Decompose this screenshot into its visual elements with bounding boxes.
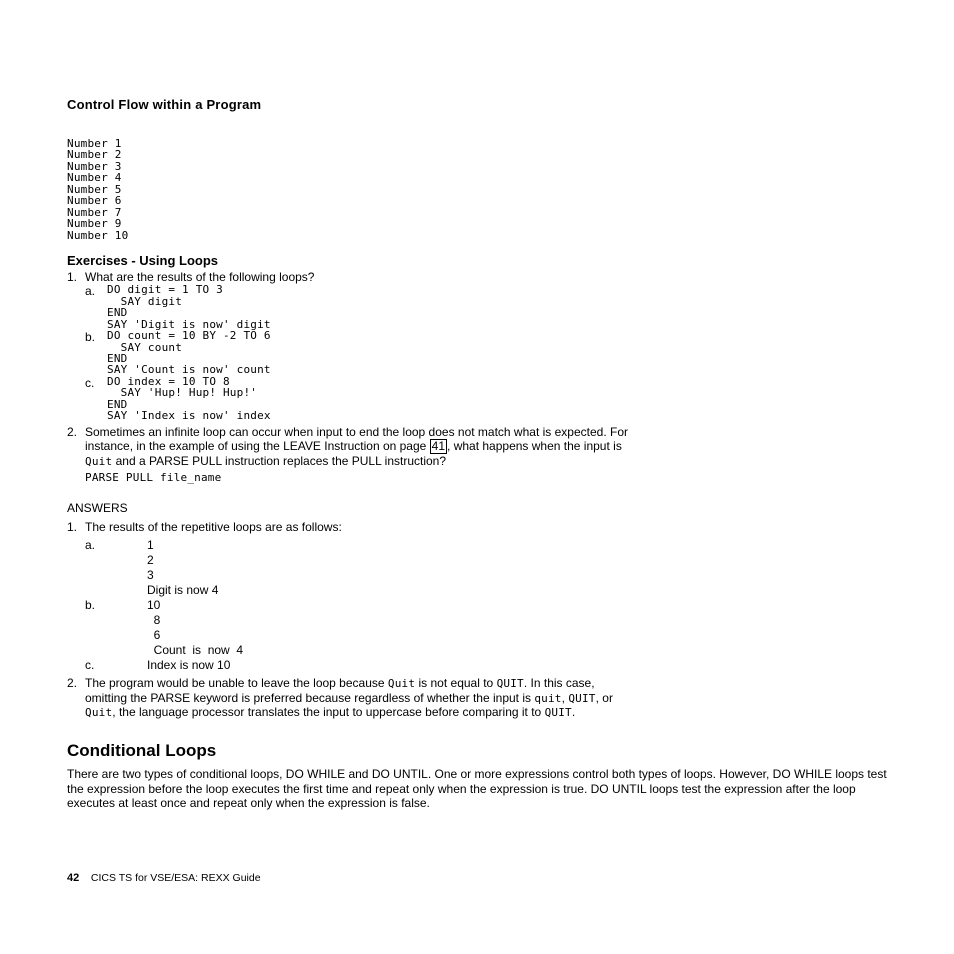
inline-code: QUIT — [545, 706, 572, 719]
exercises-heading: Exercises - Using Loops — [67, 253, 887, 268]
question-1c: c. DO index = 10 TO 8 SAY 'Hup! Hup! Hup… — [85, 376, 887, 422]
answer-row: a.1 — [85, 538, 887, 553]
code-block: DO digit = 1 TO 3 SAY digit END SAY 'Dig… — [107, 284, 887, 330]
code-block: DO count = 10 BY -2 TO 6 SAY count END S… — [107, 330, 887, 376]
inline-code: quit — [534, 692, 561, 705]
number-output-block: Number 1 Number 2 Number 3 Number 4 Numb… — [67, 138, 887, 241]
answer-1: 1. The results of the repetitive loops a… — [67, 520, 887, 673]
list-marker: b. — [85, 330, 107, 376]
answer-row: Count is now 4 — [85, 643, 887, 658]
question-2: 2. Sometimes an infinite loop can occur … — [67, 425, 887, 484]
answer-row: 6 — [85, 628, 887, 643]
code-block: DO index = 10 TO 8 SAY 'Hup! Hup! Hup!' … — [107, 376, 887, 422]
code-block: PARSE PULL file_name — [85, 472, 887, 483]
inline-code: Quit — [85, 455, 112, 468]
answer-row: 2 — [85, 553, 887, 568]
answer-text: The results of the repetitive loops are … — [85, 520, 887, 534]
inline-code: Quit — [85, 706, 112, 719]
answer-text: The program would be unable to leave the… — [85, 676, 887, 719]
answer-row: c.Index is now 10 — [85, 658, 887, 673]
answer-row: 8 — [85, 613, 887, 628]
list-marker: c. — [85, 376, 107, 422]
list-marker: 2. — [67, 676, 85, 719]
page-link[interactable]: 41 — [430, 439, 447, 454]
question-1a: a. DO digit = 1 TO 3 SAY digit END SAY '… — [85, 284, 887, 330]
answer-row: b.10 — [85, 598, 887, 613]
conditional-loops-heading: Conditional Loops — [67, 741, 887, 761]
page-footer: 42 CICS TS for VSE/ESA: REXX Guide — [67, 872, 261, 884]
page-header-title: Control Flow within a Program — [67, 97, 887, 112]
answer-2: 2. The program would be unable to leave … — [67, 676, 887, 719]
question-1b: b. DO count = 10 BY -2 TO 6 SAY count EN… — [85, 330, 887, 376]
question-text: Sometimes an infinite loop can occur whe… — [85, 425, 887, 468]
question-text: What are the results of the following lo… — [85, 270, 887, 284]
answer-row: 3 — [85, 568, 887, 583]
question-1: 1. What are the results of the following… — [67, 270, 887, 422]
list-marker: 1. — [67, 270, 85, 422]
footer-text: CICS TS for VSE/ESA: REXX Guide — [91, 872, 261, 884]
inline-code: QUIT — [568, 692, 595, 705]
list-marker: 1. — [67, 520, 85, 673]
inline-code: QUIT — [497, 677, 524, 690]
inline-code: Quit — [388, 677, 415, 690]
list-marker: a. — [85, 284, 107, 330]
list-marker: 2. — [67, 425, 85, 484]
page-number: 42 — [67, 872, 79, 884]
answers-heading: ANSWERS — [67, 501, 887, 515]
answer-row: Digit is now 4 — [85, 583, 887, 598]
conditional-paragraph: There are two types of conditional loops… — [67, 767, 887, 810]
